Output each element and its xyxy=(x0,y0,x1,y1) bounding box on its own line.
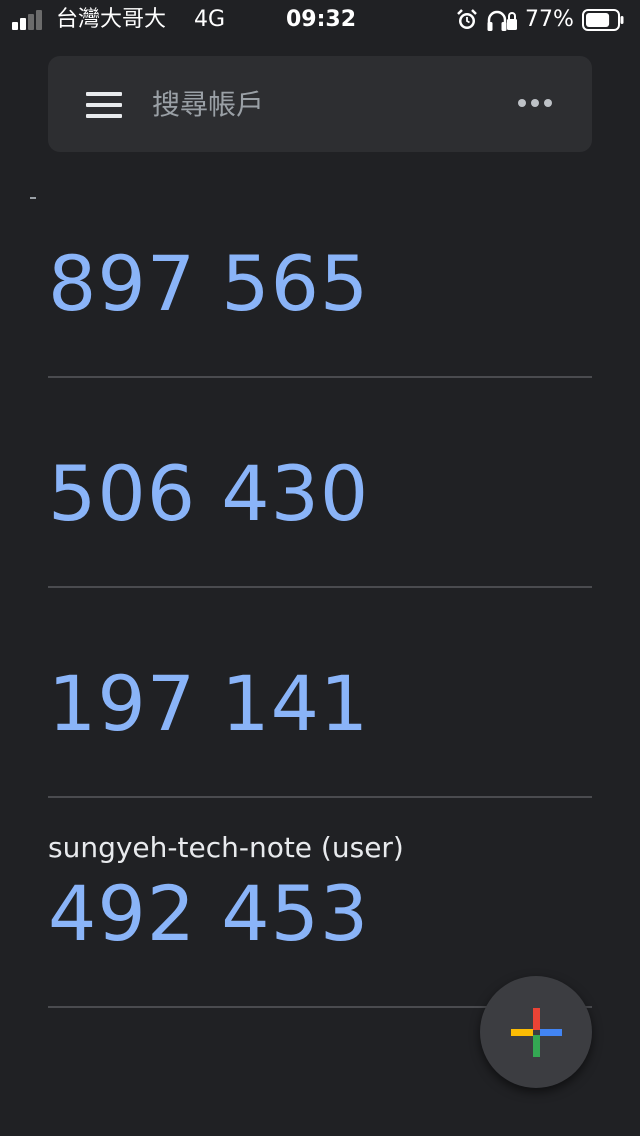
network-type: 4G xyxy=(194,7,226,32)
more-options-icon[interactable] xyxy=(518,98,552,108)
add-account-button[interactable] xyxy=(480,976,592,1088)
battery-percent: 77% xyxy=(525,7,574,32)
account-row[interactable]: sungyeh-tech-note (user) 492 453 xyxy=(48,798,592,1008)
authenticator-screen: 台灣大哥大 4G 09:32 77% 搜尋帳戶 897 565 506 430 … xyxy=(0,0,640,1136)
otp-code[interactable]: 506 430 xyxy=(48,446,369,542)
account-row[interactable]: 506 430 xyxy=(48,378,592,588)
rotation-lock-icon xyxy=(507,12,517,30)
menu-icon[interactable] xyxy=(86,92,122,118)
countdown-timer-icon xyxy=(534,269,560,295)
alarm-clock-icon xyxy=(457,9,477,29)
status-time: 09:32 xyxy=(286,7,357,32)
countdown-timer-icon xyxy=(534,479,560,505)
divider-fragment xyxy=(30,197,36,199)
otp-code[interactable]: 897 565 xyxy=(48,236,369,332)
add-plus-icon xyxy=(511,1008,562,1057)
otp-code[interactable]: 492 453 xyxy=(48,866,369,962)
account-label: sungyeh-tech-note (user) xyxy=(48,831,404,864)
status-bar: 台灣大哥大 4G 09:32 77% xyxy=(0,0,640,40)
otp-code[interactable]: 197 141 xyxy=(48,656,369,752)
countdown-timer-icon xyxy=(534,899,560,925)
search-input[interactable] xyxy=(152,82,492,126)
countdown-timer-icon xyxy=(534,689,560,715)
account-row[interactable]: 897 565 xyxy=(48,168,592,378)
battery-icon xyxy=(582,9,624,31)
search-bar xyxy=(48,56,592,152)
carrier-name: 台灣大哥大 xyxy=(56,7,167,32)
cellular-signal-icon xyxy=(12,10,48,30)
account-row[interactable]: 197 141 xyxy=(48,588,592,798)
